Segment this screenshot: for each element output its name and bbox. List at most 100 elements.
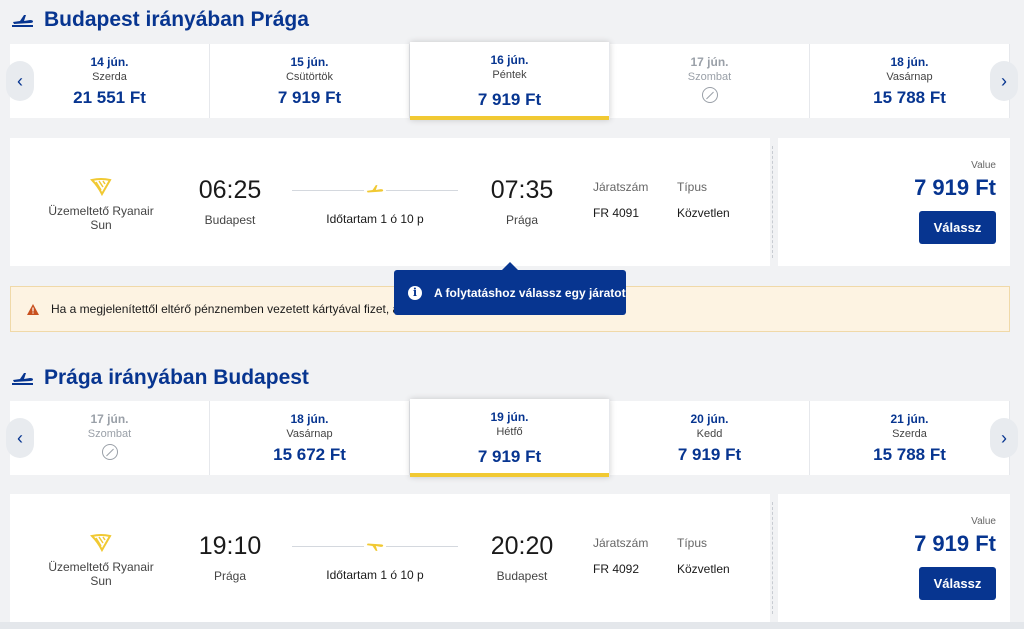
flight-number-label: Járatszám <box>593 180 649 194</box>
inbound-next-dates-button[interactable]: › <box>990 418 1018 458</box>
plane-departure-icon <box>12 15 33 27</box>
inbound-price-panel: Value 7 919 Ft Válassz <box>778 494 1010 622</box>
weekday-label: Vasárnap <box>886 71 933 83</box>
flight-number-value: FR 4091 <box>593 206 640 220</box>
page-bottom-edge <box>0 622 1024 629</box>
fare-type-label: Value <box>971 516 996 527</box>
flight-type: Típus Közvetlen <box>677 180 730 220</box>
arrival-city: Budapest <box>496 569 548 583</box>
flight-number-label: Járatszám <box>593 536 649 550</box>
route-line <box>292 539 458 553</box>
inbound-date-strip: ‹ 17 jún. Szombat 18 jún. Vasárnap 15 67… <box>6 399 1018 477</box>
outbound-flight-details: Üzemeltető Ryanair Sun 06:25 Budapest Id… <box>10 138 770 266</box>
chevron-left-icon: ‹ <box>17 427 23 448</box>
operator-label: Üzemeltető Ryanair Sun <box>48 204 154 232</box>
fare-price: 7 919 Ft <box>914 175 996 200</box>
chevron-right-icon: › <box>1001 70 1007 91</box>
inbound-flight-card: Üzemeltető Ryanair Sun 19:10 Prága Időta… <box>10 494 1010 622</box>
outbound-date-2-selected[interactable]: 16 jún. Péntek 7 919 Ft <box>410 42 610 120</box>
flight-number: Járatszám FR 4091 <box>593 180 648 220</box>
outbound-title-text: Budapest irányában Prága <box>44 8 309 31</box>
chevron-right-icon: › <box>1001 427 1007 448</box>
outbound-date-1[interactable]: 15 jún. Csütörtök 7 919 Ft <box>210 44 410 118</box>
date-price: 7 919 Ft <box>277 88 342 107</box>
no-flights-icon <box>701 87 718 103</box>
warning-icon <box>27 303 39 315</box>
inbound-date-3[interactable]: 20 jún. Kedd 7 919 Ft <box>610 401 810 475</box>
outbound-date-3-disabled: 17 jún. Szombat <box>610 44 810 118</box>
date-price: 15 672 Ft <box>273 445 346 464</box>
chevron-left-icon: ‹ <box>17 70 23 91</box>
inbound-date-2-selected[interactable]: 19 jún. Hétfő 7 919 Ft <box>410 399 610 477</box>
flight-type-value: Közvetlen <box>677 562 730 576</box>
operator: Üzemeltető Ryanair Sun <box>36 178 166 232</box>
outbound-date-0[interactable]: 14 jún. Szerda 21 551 Ft <box>10 44 210 118</box>
weekday-label: Kedd <box>696 428 723 440</box>
inbound-prev-dates-button[interactable]: ‹ <box>6 418 34 458</box>
outbound-price-panel: Value 7 919 Ft Válassz <box>778 138 1010 266</box>
departure-city: Budapest <box>204 213 256 227</box>
inbound-flight-details: Üzemeltető Ryanair Sun 19:10 Prága Időta… <box>10 494 770 622</box>
date-label: 18 jún. <box>890 55 929 69</box>
duration: Időtartam 1 ó 10 p <box>326 212 424 226</box>
date-price: 7 919 Ft <box>477 90 542 109</box>
warning-text: Ha a megjelenítettől eltérő pénznemben v… <box>51 302 400 316</box>
plane-departure-icon <box>12 373 33 385</box>
inbound-date-0-disabled: 17 jún. Szombat <box>10 401 210 475</box>
departure-city: Prága <box>213 569 247 583</box>
inbound-date-1[interactable]: 18 jún. Vasárnap 15 672 Ft <box>210 401 410 475</box>
inbound-title: Prága irányában Budapest <box>12 366 309 390</box>
departure: 19:10 Prága <box>190 532 270 583</box>
arrival-city: Prága <box>505 213 539 227</box>
card-divider <box>772 502 773 614</box>
flight-number: Járatszám FR 4092 <box>593 536 648 576</box>
date-label: 14 jún. <box>90 55 129 69</box>
date-label: 17 jún. <box>90 412 129 426</box>
flight-type-value: Közvetlen <box>677 206 730 220</box>
date-label: 18 jún. <box>290 412 329 426</box>
fare-price: 7 919 Ft <box>914 531 996 556</box>
select-flight-tooltip: i A folytatáshoz válassz egy járatot <box>394 262 626 315</box>
inbound-date-4[interactable]: 21 jún. Szerda 15 788 Ft <box>810 401 1010 475</box>
weekday-label: Hétfő <box>496 426 523 438</box>
arrival: 07:35 Prága <box>482 176 562 227</box>
flight-type-label: Típus <box>677 180 708 194</box>
plane-icon <box>364 539 386 553</box>
date-label: 20 jún. <box>690 412 729 426</box>
departure-time: 19:10 <box>198 532 262 560</box>
plane-icon <box>364 183 386 197</box>
operator: Üzemeltető Ryanair Sun <box>36 534 166 588</box>
weekday-label: Péntek <box>492 69 527 81</box>
arrival-time: 07:35 <box>490 176 554 204</box>
date-label: 21 jún. <box>890 412 929 426</box>
no-flights-icon <box>101 444 118 460</box>
date-price: 15 788 Ft <box>873 88 946 107</box>
outbound-next-dates-button[interactable]: › <box>990 61 1018 101</box>
date-label: 16 jún. <box>490 53 529 67</box>
weekday-label: Vasárnap <box>286 428 333 440</box>
arrival-time: 20:20 <box>490 532 554 560</box>
ryanair-harp-icon <box>90 534 112 552</box>
arrival: 20:20 Budapest <box>482 532 562 583</box>
info-icon: i <box>408 285 422 300</box>
date-price: 15 788 Ft <box>873 445 946 464</box>
outbound-date-strip: ‹ 14 jún. Szerda 21 551 Ft 15 jún. Csütö… <box>6 42 1018 120</box>
departure-time: 06:25 <box>198 176 262 204</box>
duration: Időtartam 1 ó 10 p <box>326 568 424 582</box>
flight-number-value: FR 4092 <box>593 562 640 576</box>
weekday-label: Szombat <box>87 428 132 440</box>
tooltip-text: A folytatáshoz válassz egy járatot <box>434 285 626 300</box>
route-line <box>292 183 458 197</box>
flight-type: Típus Közvetlen <box>677 536 730 576</box>
operator-label: Üzemeltető Ryanair Sun <box>48 560 154 588</box>
date-label: 17 jún. <box>690 55 729 69</box>
date-price: 7 919 Ft <box>677 445 742 464</box>
weekday-label: Szerda <box>92 71 127 83</box>
inbound-title-text: Prága irányában Budapest <box>44 366 309 389</box>
outbound-prev-dates-button[interactable]: ‹ <box>6 61 34 101</box>
select-flight-button[interactable]: Válassz <box>919 211 996 244</box>
select-flight-button[interactable]: Válassz <box>919 567 996 600</box>
outbound-date-4[interactable]: 18 jún. Vasárnap 15 788 Ft <box>810 44 1010 118</box>
date-price: 7 919 Ft <box>477 447 542 466</box>
weekday-label: Szerda <box>892 428 927 440</box>
